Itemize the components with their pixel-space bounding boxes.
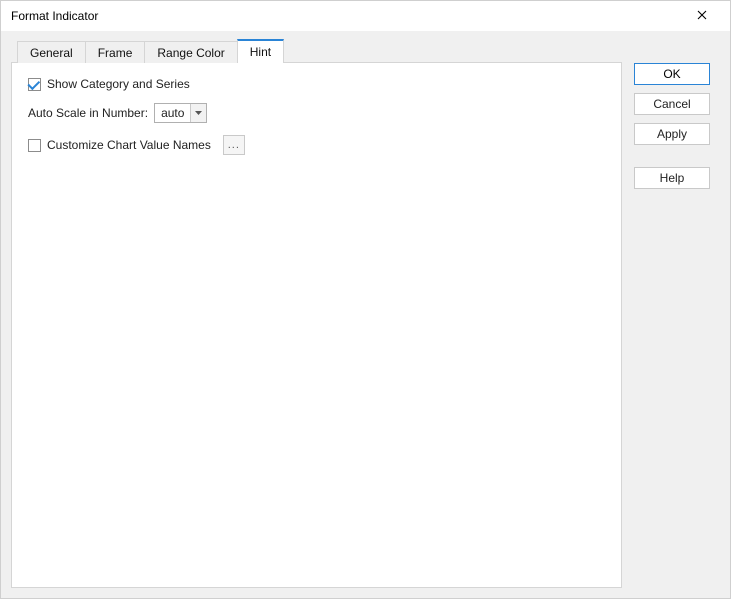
close-icon: [697, 9, 707, 23]
auto-scale-select[interactable]: auto: [154, 103, 207, 123]
tab-hint[interactable]: Hint: [237, 39, 284, 63]
show-category-checkbox[interactable]: [28, 78, 41, 91]
help-button[interactable]: Help: [634, 167, 710, 189]
ok-button[interactable]: OK: [634, 63, 710, 85]
tab-strip: General Frame Range Color Hint: [17, 39, 622, 63]
tab-general[interactable]: General: [17, 41, 86, 63]
chevron-down-icon: [190, 104, 206, 122]
dialog-title: Format Indicator: [11, 9, 682, 23]
button-column: OK Cancel Apply Help: [634, 39, 720, 588]
show-category-label: Show Category and Series: [47, 77, 190, 91]
cancel-button[interactable]: Cancel: [634, 93, 710, 115]
customize-ellipsis-button[interactable]: ...: [223, 135, 245, 155]
auto-scale-label: Auto Scale in Number:: [28, 106, 148, 120]
show-category-row: Show Category and Series: [28, 77, 605, 91]
auto-scale-row: Auto Scale in Number: auto: [28, 103, 605, 123]
hint-panel: Show Category and Series Auto Scale in N…: [11, 62, 622, 588]
titlebar: Format Indicator: [1, 1, 730, 31]
content-row: General Frame Range Color Hint Show Cate…: [11, 39, 720, 588]
customize-row: Customize Chart Value Names ...: [28, 135, 605, 155]
close-button[interactable]: [682, 2, 722, 30]
button-gap: [634, 153, 720, 167]
dialog-body: General Frame Range Color Hint Show Cate…: [1, 31, 730, 598]
customize-checkbox[interactable]: [28, 139, 41, 152]
apply-button[interactable]: Apply: [634, 123, 710, 145]
tab-frame[interactable]: Frame: [85, 41, 146, 63]
format-indicator-dialog: Format Indicator General Frame Range Col…: [0, 0, 731, 599]
tab-range-color[interactable]: Range Color: [144, 41, 237, 63]
customize-label: Customize Chart Value Names: [47, 138, 211, 152]
main-column: General Frame Range Color Hint Show Cate…: [11, 39, 622, 588]
auto-scale-value: auto: [155, 104, 190, 122]
